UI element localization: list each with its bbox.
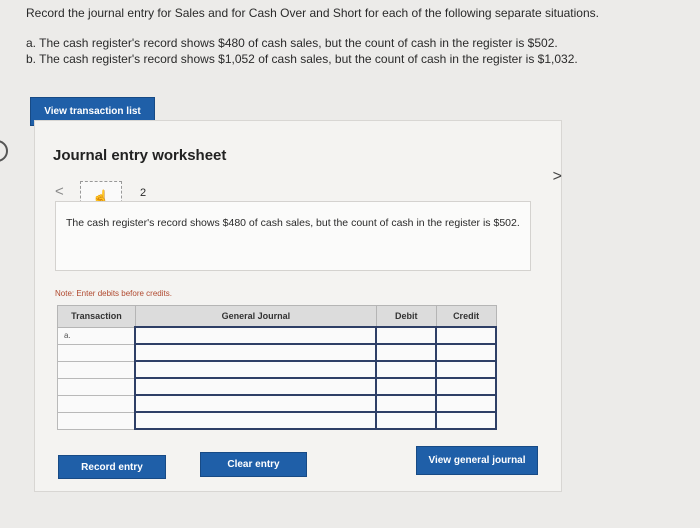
side-edge-mark [0, 140, 8, 162]
journal-table: Transaction General Journal Debit Credit… [57, 305, 497, 430]
transaction-cell: a. [57, 326, 136, 345]
question-block: Record the journal entry for Sales and f… [26, 5, 599, 67]
table-row [57, 360, 497, 379]
debit-input[interactable] [375, 326, 438, 345]
question-prompt: Record the journal entry for Sales and f… [26, 6, 599, 20]
table-row [57, 343, 497, 362]
account-input[interactable] [134, 377, 378, 396]
transaction-cell [57, 343, 136, 362]
transaction-cell [57, 411, 136, 430]
worksheet-title: Journal entry worksheet [53, 147, 227, 164]
debit-input[interactable] [375, 394, 438, 413]
credit-input[interactable] [435, 343, 497, 362]
question-item-b: b. The cash register's record shows $1,0… [26, 52, 578, 66]
prev-step-chevron-icon[interactable]: < [55, 183, 64, 200]
next-step-chevron-icon[interactable]: > [553, 168, 562, 186]
journal-worksheet-panel: Journal entry worksheet < > ☝ 2 The cash… [34, 120, 562, 492]
scenario-text: The cash register's record shows $480 of… [55, 201, 531, 271]
credit-input[interactable] [435, 360, 497, 379]
view-general-journal-button[interactable]: View general journal [416, 446, 538, 475]
col-general-journal-header: General Journal [134, 305, 377, 328]
col-transaction-header: Transaction [57, 305, 136, 328]
table-row: a. [57, 326, 497, 345]
account-input[interactable] [134, 394, 378, 413]
step-2-tab[interactable]: 2 [140, 187, 146, 199]
debit-input[interactable] [375, 343, 438, 362]
transaction-cell [57, 360, 136, 379]
table-row [57, 394, 497, 413]
account-input[interactable] [134, 360, 378, 379]
account-input[interactable] [134, 343, 378, 362]
record-entry-button[interactable]: Record entry [58, 455, 166, 479]
table-row [57, 411, 497, 430]
clear-entry-button[interactable]: Clear entry [200, 452, 307, 477]
transaction-cell [57, 394, 136, 413]
question-item-a: a. The cash register's record shows $480… [26, 36, 558, 50]
credit-input[interactable] [435, 377, 497, 396]
debit-input[interactable] [375, 411, 438, 430]
account-input[interactable] [134, 326, 378, 345]
col-debit-header: Debit [375, 305, 437, 328]
table-row [57, 377, 497, 396]
credit-input[interactable] [435, 394, 497, 413]
credit-input[interactable] [435, 326, 497, 345]
col-credit-header: Credit [435, 305, 497, 328]
account-input[interactable] [134, 411, 378, 430]
credit-input[interactable] [435, 411, 497, 430]
debit-input[interactable] [375, 377, 438, 396]
transaction-cell [57, 377, 136, 396]
debit-input[interactable] [375, 360, 438, 379]
entry-note: Note: Enter debits before credits. [55, 289, 172, 298]
